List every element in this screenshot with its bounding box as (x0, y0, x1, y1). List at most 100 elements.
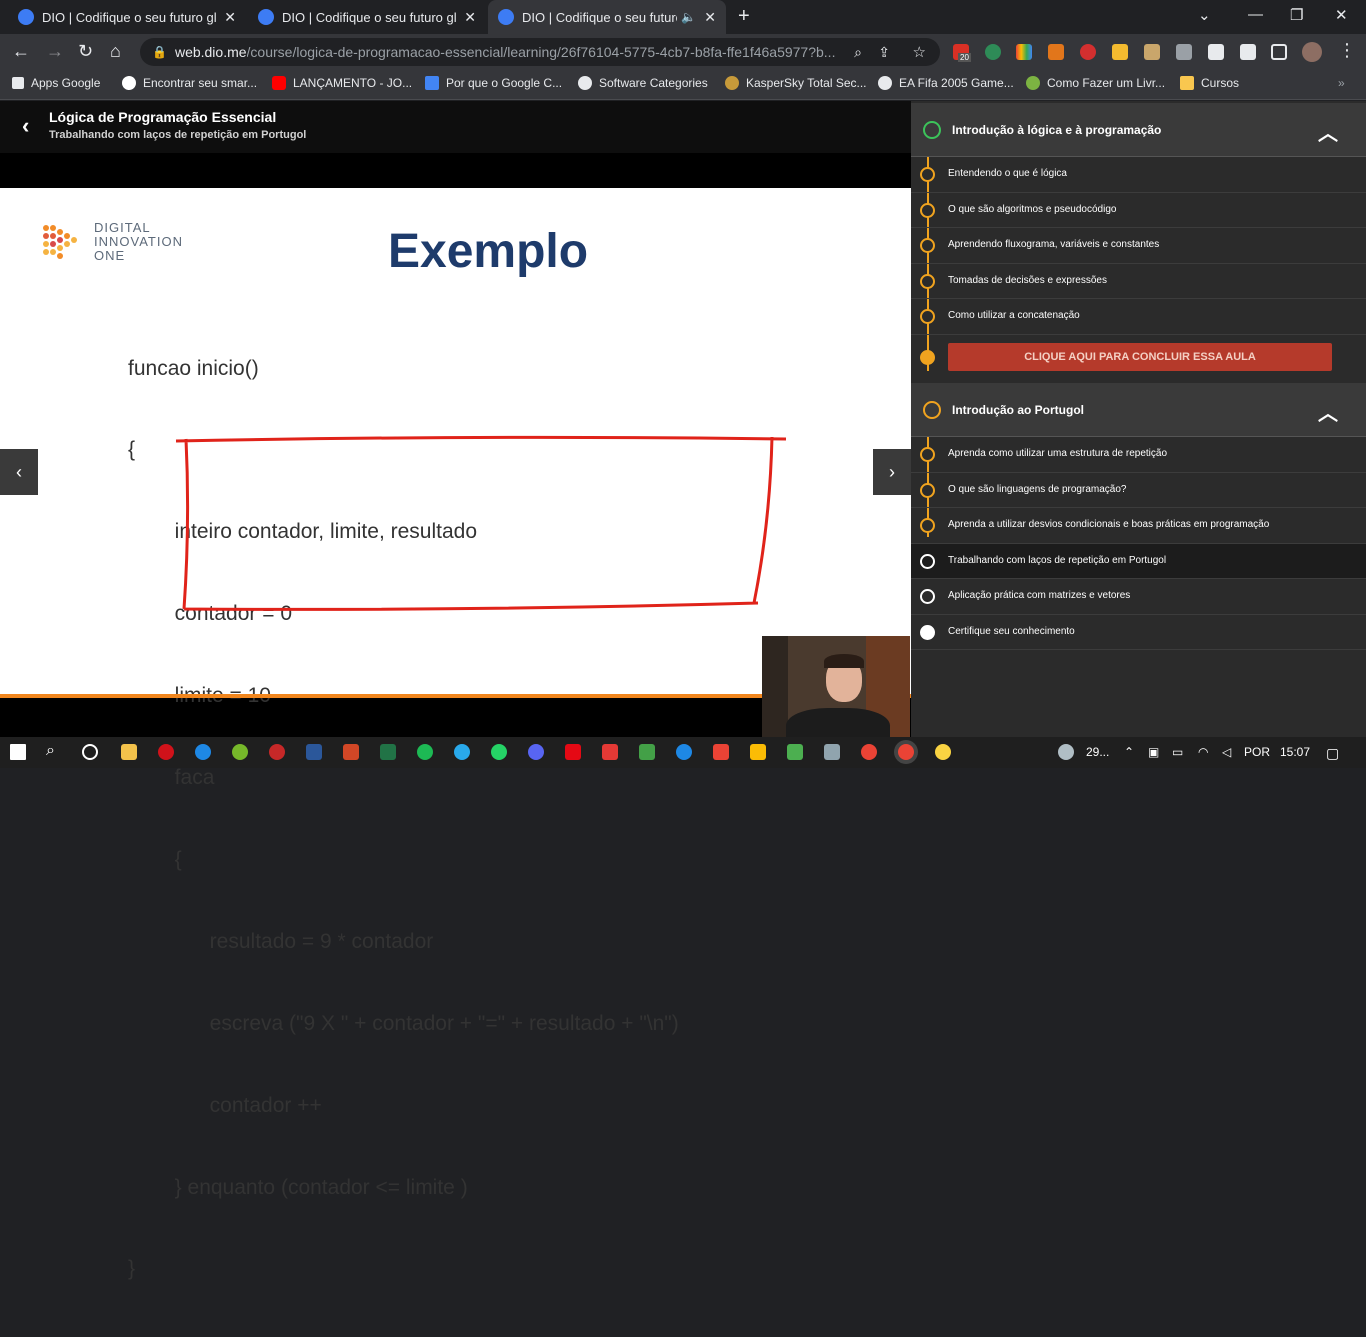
binance-extension-icon[interactable] (1112, 44, 1128, 60)
whatsapp-icon[interactable] (491, 744, 507, 760)
chrome-icon[interactable] (861, 744, 877, 760)
lesson-item[interactable]: Como utilizar a concatenação (911, 299, 1366, 335)
lesson-item[interactable]: Aprenda a utilizar desvios condicionais … (911, 508, 1366, 544)
bookmark-encontrar[interactable]: Encontrar seu smar... (122, 76, 257, 90)
palette-extension-icon[interactable] (1016, 44, 1032, 60)
video-player[interactable]: DIGITAL INNOVATION ONE Exemplo funcao in… (0, 153, 911, 1280)
dollar-extension-icon[interactable] (985, 44, 1001, 60)
back-chevron-icon[interactable]: ‹ (22, 113, 29, 139)
app-red-icon[interactable] (269, 744, 285, 760)
telegram-icon[interactable] (454, 744, 470, 760)
bookmark-por-que-google[interactable]: Por que o Google C... (425, 76, 562, 90)
close-icon[interactable]: ✕ (224, 9, 236, 26)
tips-icon[interactable] (935, 744, 951, 760)
menu-kebab-icon[interactable]: ⋮ (1338, 40, 1356, 61)
lesson-item[interactable]: O que são linguagens de programação? (911, 473, 1366, 508)
bookmark-apps-google[interactable]: Apps Google (12, 76, 100, 90)
bookmark-kaspersky[interactable]: KasperSky Total Sec... (725, 76, 867, 90)
home-icon[interactable]: ⌂ (110, 41, 121, 62)
powerpoint-icon[interactable] (343, 744, 359, 760)
previous-slide-button[interactable]: ‹ (0, 449, 38, 495)
bookmarks-overflow-icon[interactable]: » (1338, 76, 1345, 90)
close-icon[interactable]: ✕ (464, 9, 476, 26)
reload-icon[interactable]: ↻ (78, 41, 93, 62)
module-intro-logica[interactable]: Introdução à lógica e à programação ︿ (911, 103, 1366, 157)
app-icon[interactable] (787, 744, 803, 760)
lesson-item[interactable]: Aprendendo fluxograma, variáveis e const… (911, 228, 1366, 264)
excel-icon[interactable] (380, 744, 396, 760)
weather-icon[interactable] (1058, 744, 1074, 760)
share-icon[interactable]: ⇪ (878, 44, 890, 61)
clock[interactable]: 15:07 (1280, 745, 1310, 759)
wifi-icon[interactable]: ◠ (1198, 745, 1208, 759)
browser-tab-2[interactable]: DIO | Codifique o seu futuro glob ✕ (248, 0, 486, 34)
file-explorer-icon[interactable] (121, 744, 137, 760)
word-icon[interactable] (306, 744, 322, 760)
next-slide-button[interactable]: › (873, 449, 911, 495)
browser-tab-1[interactable]: DIO | Codifique o seu futuro glob ✕ (8, 0, 246, 34)
weather-temp[interactable]: 29... (1086, 745, 1109, 759)
speaker-icon[interactable]: 🔈 (681, 10, 696, 24)
search-icon[interactable]: ⌕ (854, 44, 862, 61)
notifications-icon[interactable]: ▢ (1326, 745, 1339, 762)
opera-icon[interactable] (158, 744, 174, 760)
edge-icon[interactable] (195, 744, 211, 760)
lesson-item[interactable]: Aplicação prática com matrizes e vetores (911, 579, 1366, 615)
battery-icon[interactable]: ▭ (1172, 745, 1183, 759)
address-bar[interactable]: 🔒 web.dio.me /course/logica-de-programac… (140, 38, 940, 66)
browser-tab-3[interactable]: DIO | Codifique o seu futuro 🔈 ✕ (488, 0, 726, 34)
side-panel-icon[interactable] (1271, 44, 1287, 60)
media-control-icon[interactable] (1240, 44, 1256, 60)
discord-icon[interactable] (528, 744, 544, 760)
language-indicator[interactable]: POR (1244, 745, 1270, 759)
cortana-icon[interactable] (82, 744, 98, 760)
app-icon[interactable] (676, 744, 692, 760)
app-icon[interactable] (824, 744, 840, 760)
lesson-item[interactable]: Entendendo o que é lógica (911, 157, 1366, 193)
complete-lesson-button[interactable]: CLIQUE AQUI PARA CONCLUIR ESSA AULA (948, 343, 1332, 371)
window-close-icon[interactable]: ✕ (1335, 6, 1348, 24)
chevron-up-icon[interactable]: ︿ (1318, 117, 1338, 146)
volume-icon[interactable]: ◁ (1222, 745, 1231, 759)
lesson-item[interactable]: Aprenda como utilizar uma estrutura de r… (911, 437, 1366, 473)
spotify-icon[interactable] (417, 744, 433, 760)
forward-arrow-icon[interactable]: → (46, 41, 64, 62)
profile-avatar[interactable] (1302, 42, 1322, 62)
chevron-up-icon[interactable]: ︿ (1318, 397, 1338, 426)
restore-icon[interactable]: ❐ (1290, 6, 1303, 24)
app-icon[interactable] (602, 744, 618, 760)
tray-chevron-up-icon[interactable]: ⌃ (1124, 745, 1134, 759)
google-drive-icon[interactable] (750, 744, 766, 760)
back-arrow-icon[interactable]: ← (12, 41, 30, 62)
chrome-active-icon[interactable] (898, 744, 914, 760)
flask-extension-icon[interactable] (1208, 44, 1224, 60)
minimize-icon[interactable]: — (1248, 6, 1263, 23)
utorrent-icon[interactable] (232, 744, 248, 760)
module-intro-portugol[interactable]: Introdução ao Portugol ︿ (911, 383, 1366, 437)
bookmark-como-fazer[interactable]: Como Fazer um Livr... (1026, 76, 1165, 90)
star-icon[interactable]: ☆ (913, 43, 926, 61)
lesson-item[interactable]: Tomadas de decisões e expressões (911, 264, 1366, 299)
new-tab-icon[interactable]: + (738, 5, 750, 28)
notes-extension-icon[interactable] (1144, 44, 1160, 60)
app-icon[interactable] (639, 744, 655, 760)
gmail-icon[interactable] (713, 744, 729, 760)
bookmark-cursos[interactable]: Cursos (1180, 76, 1239, 90)
play-circle-icon (920, 309, 935, 324)
bookmark-ea-fifa[interactable]: EA Fifa 2005 Game... (878, 76, 1014, 90)
bookmark-lancamento[interactable]: LANÇAMENTO - JO... (272, 76, 412, 90)
lesson-item[interactable]: O que são algoritmos e pseudocódigo (911, 193, 1366, 228)
metamask-extension-icon[interactable] (1048, 44, 1064, 60)
tab-search-icon[interactable]: ⌄ (1198, 6, 1211, 24)
lesson-item[interactable]: Certifique seu conhecimento (911, 615, 1366, 650)
camera-icon[interactable]: ▣ (1148, 745, 1159, 759)
close-icon[interactable]: ✕ (704, 9, 716, 26)
puzzle-extensions-icon[interactable] (1176, 44, 1192, 60)
block-extension-icon[interactable] (1080, 44, 1096, 60)
netflix-icon[interactable] (565, 744, 581, 760)
bookmark-software-categories[interactable]: Software Categories (578, 76, 708, 90)
lesson-item-current[interactable]: Trabalhando com laços de repetição em Po… (911, 543, 1366, 579)
search-icon[interactable]: ⌕ (46, 742, 55, 760)
windows-start-icon[interactable] (10, 744, 26, 760)
lesson-label: Aprenda a utilizar desvios condicionais … (948, 519, 1270, 530)
